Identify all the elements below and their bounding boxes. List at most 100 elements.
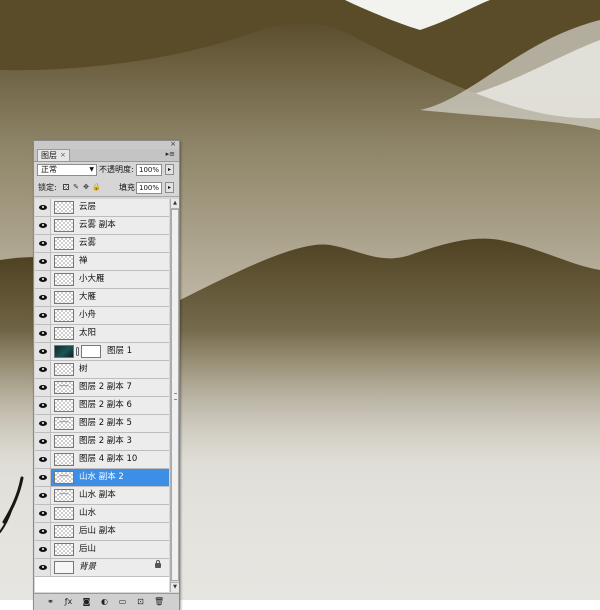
layer-row[interactable]: 山水 副本 2 — [35, 469, 169, 487]
layer-thumbnail[interactable] — [54, 543, 74, 556]
visibility-toggle[interactable] — [35, 469, 51, 486]
new-group-icon[interactable]: ▭ — [118, 597, 127, 606]
layer-name[interactable]: 图层 2 副本 3 — [79, 436, 132, 447]
lock-image-pixels-icon[interactable]: ✎ — [72, 183, 80, 192]
fill-slider-button[interactable]: ▸ — [165, 182, 174, 193]
layer-row[interactable]: 后山 — [35, 541, 169, 559]
visibility-toggle[interactable] — [35, 199, 51, 216]
scroll-up-icon[interactable]: ▲ — [171, 199, 179, 209]
layer-name[interactable]: 山水 副本 — [79, 490, 116, 501]
layer-thumbnail[interactable] — [54, 363, 74, 376]
layer-mask-thumbnail[interactable] — [81, 345, 101, 358]
layer-thumbnail[interactable] — [54, 291, 74, 304]
layer-row[interactable]: 树 — [35, 361, 169, 379]
visibility-toggle[interactable] — [35, 235, 51, 252]
layer-name[interactable]: 图层 2 副本 7 — [79, 382, 132, 393]
visibility-toggle[interactable] — [35, 433, 51, 450]
layer-thumbnail[interactable] — [54, 417, 74, 430]
layer-style-icon[interactable]: ƒx — [64, 597, 73, 606]
layer-thumbnail[interactable] — [54, 309, 74, 322]
lock-position-icon[interactable]: ✥ — [82, 183, 90, 192]
opacity-field[interactable]: 100% — [136, 164, 162, 176]
layer-row[interactable]: 后山 副本 — [35, 523, 169, 541]
layer-name[interactable]: 背景 — [79, 562, 96, 573]
visibility-toggle[interactable] — [35, 415, 51, 432]
layer-thumbnail[interactable] — [54, 273, 74, 286]
layer-thumbnail[interactable] — [54, 453, 74, 466]
layer-row[interactable]: 禅 — [35, 253, 169, 271]
visibility-toggle[interactable] — [35, 487, 51, 504]
visibility-toggle[interactable] — [35, 289, 51, 306]
tab-layers[interactable]: 图层 × — [37, 149, 70, 161]
add-mask-icon[interactable]: ◙ — [82, 597, 91, 606]
layer-thumbnail[interactable] — [54, 201, 74, 214]
layer-row[interactable]: 图层 1 — [35, 343, 169, 361]
visibility-toggle[interactable] — [35, 397, 51, 414]
visibility-toggle[interactable] — [35, 541, 51, 558]
visibility-toggle[interactable] — [35, 505, 51, 522]
layer-name[interactable]: 山水 — [79, 508, 96, 519]
layer-name[interactable]: 云层 — [79, 202, 96, 213]
scroll-down-icon[interactable]: ▼ — [171, 582, 179, 592]
layer-name[interactable]: 图层 2 副本 6 — [79, 400, 132, 411]
lock-transparent-pixels-icon[interactable] — [62, 183, 70, 192]
layer-row[interactable]: 云雾 — [35, 235, 169, 253]
layer-name[interactable]: 大雁 — [79, 292, 96, 303]
visibility-toggle[interactable] — [35, 379, 51, 396]
layer-name[interactable]: 树 — [79, 364, 88, 375]
layer-row[interactable]: 云雾 副本 — [35, 217, 169, 235]
layer-thumbnail[interactable] — [54, 381, 74, 394]
layer-thumbnail[interactable] — [54, 327, 74, 340]
visibility-toggle[interactable] — [35, 523, 51, 540]
visibility-toggle[interactable] — [35, 343, 51, 360]
layer-name[interactable]: 后山 副本 — [79, 526, 116, 537]
layer-thumbnail[interactable] — [54, 489, 74, 502]
new-layer-icon[interactable]: ⊡ — [136, 597, 145, 606]
blend-mode-select[interactable]: 正常 ▼ — [37, 164, 97, 176]
layer-name[interactable]: 云雾 副本 — [79, 220, 116, 231]
layer-row[interactable]: 大雁 — [35, 289, 169, 307]
layer-name[interactable]: 太阳 — [79, 328, 96, 339]
mask-link-icon[interactable] — [76, 347, 79, 356]
layer-thumbnail[interactable] — [54, 561, 74, 574]
layer-thumbnail[interactable] — [54, 345, 74, 358]
visibility-toggle[interactable] — [35, 361, 51, 378]
layer-row[interactable]: 图层 2 副本 7 — [35, 379, 169, 397]
visibility-toggle[interactable] — [35, 253, 51, 270]
layer-list-scrollbar[interactable]: ▲ ▼ — [170, 199, 179, 592]
layer-row[interactable]: 背景 — [35, 559, 169, 577]
layer-row[interactable]: 云层 — [35, 199, 169, 217]
panel-menu-icon[interactable]: ▸≡ — [166, 149, 175, 160]
layer-name[interactable]: 图层 4 副本 10 — [79, 454, 137, 465]
layer-row[interactable]: 山水 — [35, 505, 169, 523]
layer-row[interactable]: 图层 4 副本 10 — [35, 451, 169, 469]
layer-row[interactable]: 小大雁 — [35, 271, 169, 289]
visibility-toggle[interactable] — [35, 559, 51, 576]
visibility-toggle[interactable] — [35, 451, 51, 468]
layer-thumbnail[interactable] — [54, 471, 74, 484]
visibility-toggle[interactable] — [35, 271, 51, 288]
fill-field[interactable]: 100% — [136, 182, 162, 194]
delete-layer-icon[interactable]: 🗑 — [154, 597, 164, 606]
layer-thumbnail[interactable] — [54, 219, 74, 232]
layer-thumbnail[interactable] — [54, 525, 74, 538]
adjustment-layer-icon[interactable]: ◐ — [100, 597, 109, 606]
layer-thumbnail[interactable] — [54, 237, 74, 250]
layer-row[interactable]: 太阳 — [35, 325, 169, 343]
layer-name[interactable]: 禅 — [79, 256, 88, 267]
opacity-slider-button[interactable]: ▸ — [165, 164, 174, 175]
layer-name[interactable]: 山水 副本 2 — [79, 472, 124, 483]
visibility-toggle[interactable] — [35, 217, 51, 234]
layer-name[interactable]: 云雾 — [79, 238, 96, 249]
layer-name[interactable]: 小舟 — [79, 310, 96, 321]
close-panel-icon[interactable]: × — [170, 140, 176, 148]
link-layers-icon[interactable]: ⚭ — [46, 597, 55, 606]
layer-row[interactable]: 图层 2 副本 6 — [35, 397, 169, 415]
layer-thumbnail[interactable] — [54, 399, 74, 412]
scroll-thumb[interactable] — [171, 209, 179, 581]
layer-thumbnail[interactable] — [54, 507, 74, 520]
layer-name[interactable]: 小大雁 — [79, 274, 105, 285]
layer-row[interactable]: 小舟 — [35, 307, 169, 325]
layer-name[interactable]: 图层 2 副本 5 — [79, 418, 132, 429]
layer-name[interactable]: 图层 1 — [107, 346, 132, 357]
